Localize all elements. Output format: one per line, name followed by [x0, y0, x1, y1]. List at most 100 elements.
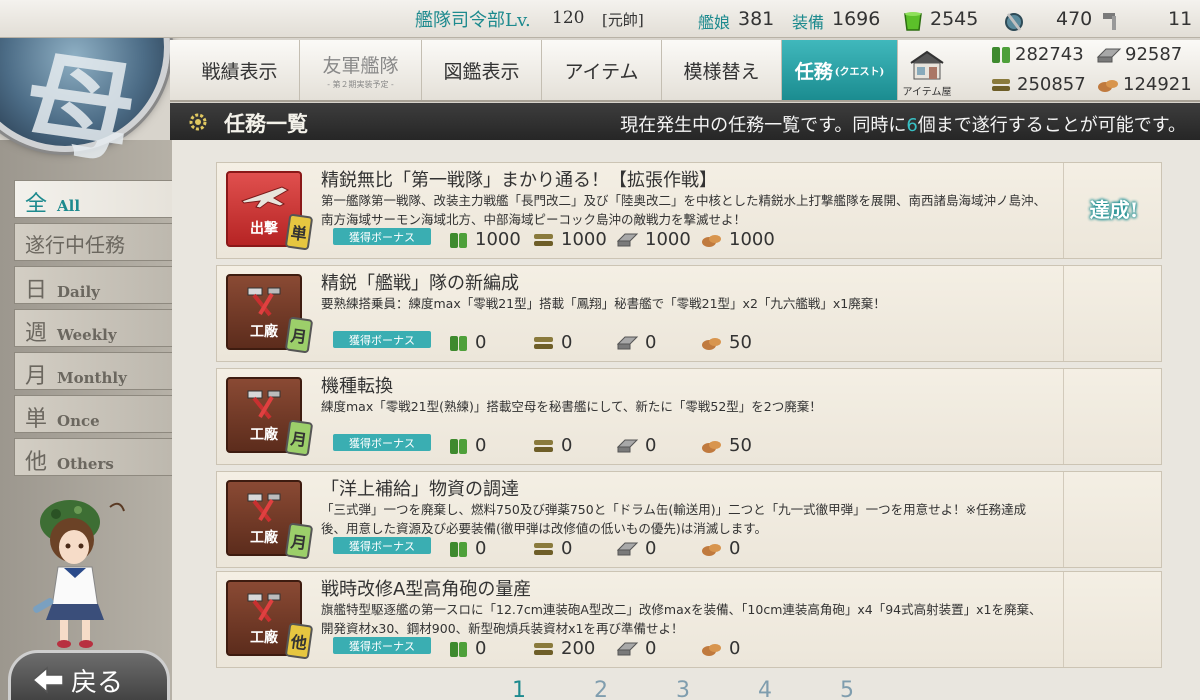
item-shop-button[interactable]: アイテム屋 [898, 40, 956, 102]
page-4[interactable]: 4 [758, 678, 840, 700]
fuel-icon [449, 640, 469, 658]
filter-daily[interactable]: 日 Daily [14, 266, 172, 304]
filter-others[interactable]: 他 Others [14, 438, 172, 476]
steel-icon [617, 640, 639, 658]
menu-furniture-label: 模様替え [683, 60, 760, 83]
menu-record-label: 戦績表示 [201, 60, 278, 83]
steel-icon [617, 437, 639, 455]
reward-bauxite: 50 [701, 435, 752, 456]
quest-description: 旗艦特型駆逐艦の第一スロに「12.7cm連装砲A型改二」改修maxを装備、「10… [321, 602, 1042, 636]
admiral-rank: [元帥] [602, 11, 644, 29]
quest-status [1063, 472, 1161, 567]
menu-furniture[interactable]: 模様替え [662, 40, 782, 100]
equip-label: 装備 [792, 13, 825, 32]
quest-type-badge: 単 [284, 213, 314, 251]
bucket-icon [902, 10, 924, 32]
hq-label: 艦隊司令部Lv. [415, 10, 531, 31]
ammo-icon [533, 640, 555, 658]
fuel-icon [990, 45, 1012, 65]
reward-bauxite-amount: 1000 [729, 229, 775, 250]
reward-steel-amount: 0 [645, 332, 657, 353]
quest-row[interactable]: 工廠 他 戦時改修A型高角砲の量産 旗艦特型駆逐艦の第一スロに「12.7cm連装… [216, 571, 1162, 668]
filter-weekly[interactable]: 週 Weekly [14, 309, 172, 347]
back-button-label: 戻る [71, 667, 124, 698]
filter-others-en: Others [57, 455, 114, 473]
bauxite-icon [1096, 75, 1120, 95]
fuel-icon [449, 231, 469, 249]
secretary-ship-girl[interactable] [28, 492, 138, 652]
quest-row[interactable]: 工廠 月 機種転換 練度max「零戦21型(熟練)」搭載空母を秘書艦にして、新た… [216, 368, 1162, 465]
page-1[interactable]: 1 [512, 678, 594, 700]
menu-quests[interactable]: 任務 (クエスト) [782, 40, 898, 100]
hammer-icon [242, 590, 286, 628]
quest-row[interactable]: 出撃 単 精鋭無比「第一戦隊」まかり通る！【拡張作戦】 第一艦隊第一戦隊、改装主… [216, 162, 1162, 259]
gear-icon [186, 110, 210, 138]
fuel-icon [449, 437, 469, 455]
filter-all[interactable]: 全 All [14, 180, 172, 218]
filter-once-en: Once [57, 412, 100, 430]
reward-ammo: 200 [533, 638, 617, 659]
steel-icon [617, 231, 639, 249]
back-arrow-icon [31, 666, 64, 694]
quest-type-badge: 月 [284, 419, 314, 457]
ammo-icon [533, 334, 555, 352]
reward-bauxite-amount: 50 [729, 435, 752, 456]
fuel-amount: 282743 [1015, 44, 1084, 65]
page-5[interactable]: 5 [840, 678, 922, 700]
ships-count: 381 [738, 8, 775, 30]
back-button[interactable]: 戻る [8, 650, 170, 700]
hammer-icon [242, 387, 286, 425]
menu-record[interactable]: 戦績表示 [180, 40, 300, 100]
reward-steel: 1000 [617, 229, 701, 250]
quest-rewards: 1000 1000 1000 1000 [449, 229, 775, 250]
reward-fuel: 0 [449, 435, 533, 456]
bauxite-resource: 124921 [1096, 74, 1192, 95]
reward-ammo: 1000 [533, 229, 617, 250]
menu-quests-tag: (クエスト) [834, 66, 885, 78]
quest-limit-notice-post: 個まで遂行することが可能です。 [917, 115, 1186, 136]
reward-bauxite: 1000 [701, 229, 775, 250]
filter-all-en: All [57, 197, 81, 215]
quest-type-badge: 他 [284, 622, 314, 660]
page-2[interactable]: 2 [594, 678, 676, 700]
reward-ammo-amount: 1000 [561, 229, 607, 250]
quest-row[interactable]: 工廠 月 精鋭「艦戦」隊の新編成 要熟練搭乗員：練度max「零戦21型」搭載「鳳… [216, 265, 1162, 362]
bonus-tag: 獲得ボーナス [333, 434, 431, 451]
filter-once[interactable]: 単 Once [14, 395, 172, 433]
reward-steel-amount: 0 [645, 435, 657, 456]
achieved-badge[interactable]: 達成! [1076, 189, 1152, 227]
hq-level: 120 [552, 8, 585, 28]
screw-icon [1100, 10, 1122, 32]
quest-row[interactable]: 工廠 月 「洋上補給」物資の調達 「三式弾」一つを廃棄し、燃料750及び弾薬75… [216, 471, 1162, 568]
quest-rewards: 0 0 0 0 [449, 538, 740, 559]
bonus-tag: 獲得ボーナス [333, 228, 431, 245]
reward-ammo-amount: 0 [561, 435, 573, 456]
steel-icon [1096, 45, 1122, 65]
development-material-count: 470 [1056, 8, 1093, 30]
quest-description: 第一艦隊第一戦隊、改装主力戦艦「長門改二」及び「陸奥改二」を中核とした精鋭水上打… [321, 193, 1047, 227]
filter-others-kanji: 他 [25, 450, 48, 475]
quest-list-panel: 出撃 単 精鋭無比「第一戦隊」まかり通る！【拡張作戦】 第一艦隊第一戦隊、改装主… [172, 140, 1200, 700]
reward-fuel: 1000 [449, 229, 533, 250]
filter-once-kanji: 単 [25, 407, 48, 432]
filter-monthly[interactable]: 月 Monthly [14, 352, 172, 390]
page-3[interactable]: 3 [676, 678, 758, 700]
ammo-amount: 250857 [1017, 74, 1086, 95]
ammo-icon [533, 540, 555, 558]
filter-in-progress[interactable]: 遂行中任務 [14, 223, 172, 261]
reward-fuel-amount: 0 [475, 538, 487, 559]
reward-ammo: 0 [533, 332, 617, 353]
plane-icon [238, 181, 290, 219]
reward-fuel-amount: 0 [475, 435, 487, 456]
reward-steel-amount: 1000 [645, 229, 691, 250]
quest-rewards: 0 200 0 0 [449, 638, 740, 659]
menu-encyclopedia[interactable]: 図鑑表示 [422, 40, 542, 100]
menu-items[interactable]: アイテム [542, 40, 662, 100]
reward-steel: 0 [617, 332, 701, 353]
reward-steel: 0 [617, 538, 701, 559]
filter-monthly-en: Monthly [57, 369, 127, 387]
filter-weekly-kanji: 週 [25, 321, 48, 346]
reward-steel-amount: 0 [645, 638, 657, 659]
menu-friend-fleet[interactable]: 友軍艦隊 - 第２期実装予定 - [300, 40, 422, 100]
reward-ammo-amount: 0 [561, 538, 573, 559]
